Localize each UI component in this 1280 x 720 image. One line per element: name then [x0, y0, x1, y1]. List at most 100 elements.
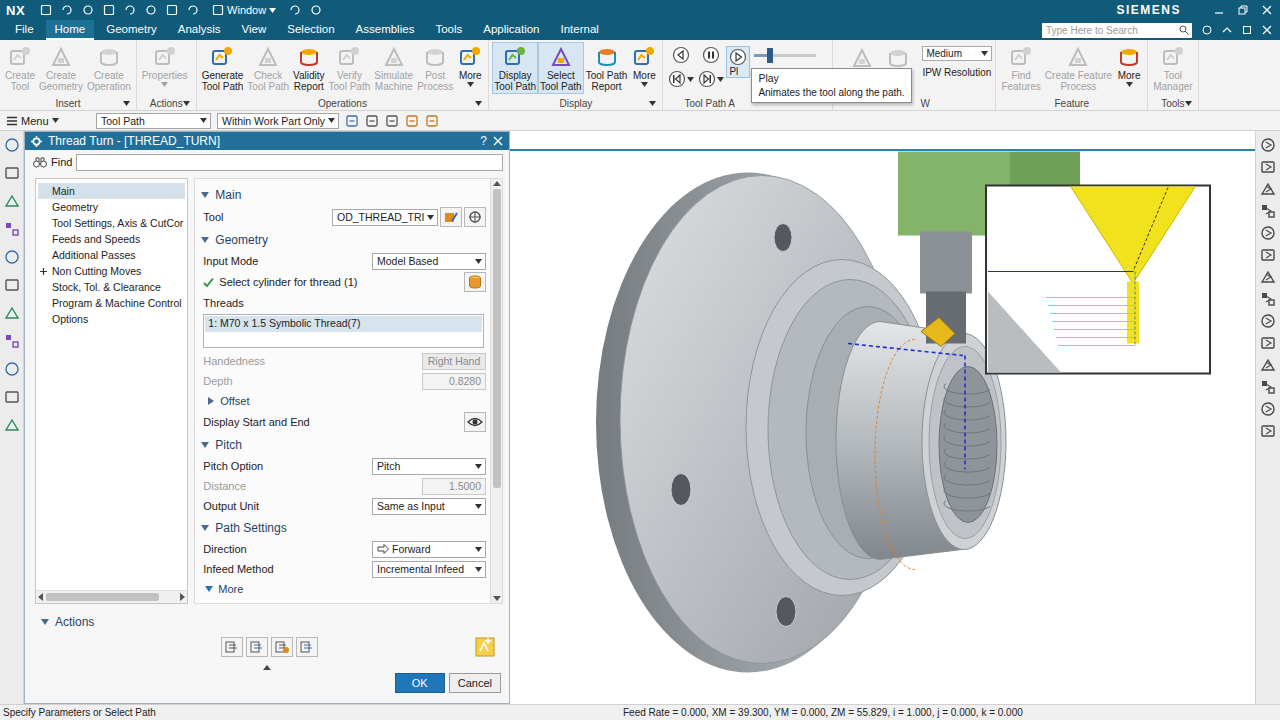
- window-menu[interactable]: Window: [212, 4, 276, 16]
- section-collapse-icon[interactable]: [201, 441, 209, 449]
- help-icon[interactable]: [1202, 25, 1212, 35]
- part-icon[interactable]: [4, 165, 20, 181]
- section-header[interactable]: Actions: [35, 610, 503, 633]
- more-toggle-icon[interactable]: [205, 585, 213, 593]
- scroll-down-icon[interactable]: [493, 595, 501, 601]
- restore-ribbon-icon[interactable]: [1242, 25, 1252, 35]
- dropdown[interactable]: Model Based: [372, 253, 486, 270]
- roles-icon[interactable]: [4, 361, 20, 377]
- navigator-item[interactable]: Geometry: [38, 199, 185, 215]
- dropdown[interactable]: Incremental Infeed: [372, 561, 486, 578]
- direction-dropdown[interactable]: Forward: [372, 541, 486, 558]
- navigator-item[interactable]: Options: [38, 311, 185, 327]
- system-icon[interactable]: [1260, 335, 1276, 351]
- save-icon[interactable]: [82, 4, 94, 16]
- redo-icon[interactable]: [124, 4, 136, 16]
- edit-tool-button[interactable]: [440, 207, 462, 227]
- open-icon[interactable]: [289, 4, 301, 16]
- undo-icon[interactable]: [103, 4, 115, 16]
- animation-speed-slider[interactable]: [754, 54, 816, 57]
- collapse-dialog-icon[interactable]: [263, 665, 271, 670]
- copy-icon[interactable]: [166, 4, 178, 16]
- close-dialog-icon[interactable]: [493, 136, 503, 146]
- ribbon-tab[interactable]: Analysis: [169, 20, 230, 40]
- section-collapse-icon[interactable]: [201, 191, 209, 199]
- reuse-library-icon[interactable]: [1260, 269, 1276, 285]
- more-row[interactable]: More: [195, 579, 490, 599]
- ribbon-tab[interactable]: Geometry: [97, 20, 166, 40]
- scroll-left-icon[interactable]: [38, 593, 44, 601]
- select-all-icon[interactable]: [365, 114, 379, 128]
- play-icon[interactable]: [729, 48, 747, 66]
- section-collapse-icon[interactable]: [201, 236, 209, 244]
- web-icon[interactable]: [1260, 379, 1276, 395]
- method-view-icon[interactable]: [4, 277, 20, 293]
- section-collapse-icon[interactable]: [41, 618, 49, 626]
- action-button[interactable]: [221, 637, 243, 657]
- deselect-icon[interactable]: [385, 114, 399, 128]
- scroll-thumb[interactable]: [493, 189, 501, 488]
- ribbon-button[interactable]: GenerateTool Path: [200, 42, 246, 94]
- action-button[interactable]: [271, 637, 293, 657]
- paste-icon[interactable]: [187, 4, 199, 16]
- select-tool-path-icon[interactable]: [475, 637, 495, 657]
- new-tool-button[interactable]: [464, 207, 486, 227]
- ribbon-tab[interactable]: Assemblies: [347, 20, 424, 40]
- pause-icon[interactable]: [702, 46, 720, 64]
- ribbon-button[interactable]: More: [1114, 42, 1144, 89]
- section-header[interactable]: Pitch: [195, 433, 490, 456]
- ribbon-button[interactable]: SelectTool Path: [538, 42, 584, 94]
- part-model-drawing[interactable]: [510, 151, 1255, 704]
- section-collapse-icon[interactable]: [201, 524, 209, 532]
- part-icon[interactable]: [1260, 159, 1276, 175]
- ribbon-button[interactable]: More: [629, 42, 659, 89]
- system-icon[interactable]: [4, 389, 20, 405]
- type-filter-dropdown[interactable]: Tool Path: [96, 113, 211, 129]
- new-file-icon[interactable]: [212, 4, 224, 16]
- select-cylinder-button[interactable]: [464, 272, 486, 292]
- reuse-library-icon[interactable]: [4, 305, 20, 321]
- palette-icon[interactable]: [1260, 357, 1276, 373]
- navigator-item[interactable]: Feeds and Speeds: [38, 231, 185, 247]
- navigator-item[interactable]: Non Cutting Moves: [38, 263, 185, 279]
- help-button[interactable]: ?: [480, 134, 487, 148]
- navigator-item[interactable]: Main: [38, 183, 185, 199]
- navigator-item[interactable]: Additional Passes: [38, 247, 185, 263]
- ribbon-button[interactable]: ValidityReport: [291, 42, 327, 94]
- navigator-item[interactable]: Stock, Tol. & Clearance: [38, 279, 185, 295]
- new-file-icon[interactable]: [40, 4, 52, 16]
- graphics-window[interactable]: [510, 131, 1255, 704]
- go-to-end-icon[interactable]: [698, 70, 716, 88]
- close-part-icon[interactable]: [1262, 25, 1272, 35]
- find-input[interactable]: [76, 154, 503, 171]
- more-label[interactable]: More: [218, 583, 243, 595]
- action-button[interactable]: [296, 637, 318, 657]
- navigator-item[interactable]: Tool Settings, Axis & CutCor: [38, 215, 185, 231]
- expand-plus-icon[interactable]: [40, 268, 47, 275]
- navigator-item[interactable]: Program & Machine Control: [38, 295, 185, 311]
- section-header[interactable]: Main: [195, 183, 490, 206]
- section-header[interactable]: Path Settings: [195, 516, 490, 539]
- machine-tool-icon[interactable]: [1260, 203, 1276, 219]
- ribbon-tab[interactable]: View: [233, 20, 276, 40]
- scroll-right-icon[interactable]: [179, 593, 185, 601]
- selection-scope-dropdown[interactable]: Within Work Part Only: [217, 113, 339, 129]
- snap-icon[interactable]: [405, 114, 419, 128]
- ok-button[interactable]: OK: [395, 673, 445, 693]
- command-search[interactable]: Type Here to Search: [1042, 23, 1192, 38]
- machine-tool-icon[interactable]: [4, 221, 20, 237]
- filter-icon[interactable]: [345, 114, 359, 128]
- vertical-scrollbar[interactable]: [490, 179, 502, 603]
- ipw-resolution-dropdown[interactable]: Medium: [922, 46, 992, 61]
- step-back-icon[interactable]: [672, 46, 690, 64]
- close-window-icon[interactable]: [1262, 5, 1272, 15]
- scroll-up-icon[interactable]: [493, 181, 501, 187]
- menu-button[interactable]: Menu: [6, 115, 90, 127]
- thread-list[interactable]: 1: M70 x 1.5 Symbolic Thread(7): [203, 314, 484, 348]
- save-icon[interactable]: [310, 4, 322, 16]
- view-icon[interactable]: [1260, 423, 1276, 439]
- operation-navigator-icon[interactable]: [4, 193, 20, 209]
- history-icon[interactable]: [1260, 291, 1276, 307]
- ribbon-tab[interactable]: Application: [474, 20, 548, 40]
- layer-icon[interactable]: [1260, 401, 1276, 417]
